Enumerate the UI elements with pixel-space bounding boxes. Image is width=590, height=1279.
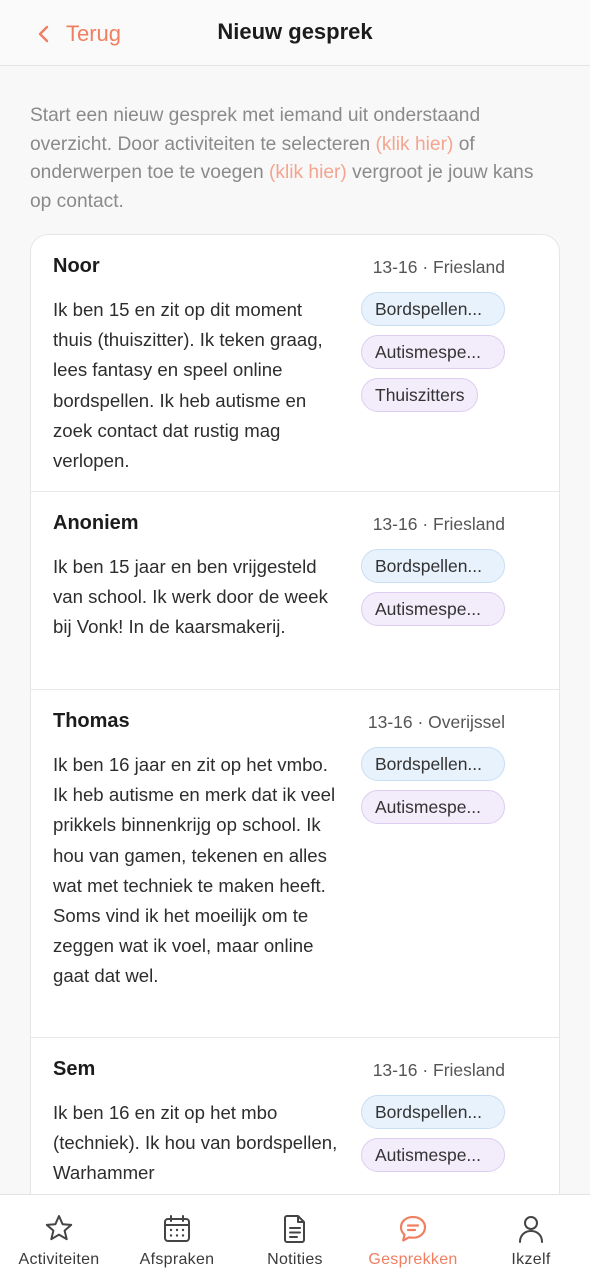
intro-text: Start een nieuw gesprek met iemand uit o… [30,102,560,217]
profile-description: Ik ben 16 jaar en zit op het vmbo. Ik he… [53,754,336,987]
tag-autismespel[interactable]: Autismespe... [361,1138,505,1172]
profile-tags: Bordspellen... Autismespe... Thuiszitter… [361,292,505,421]
profile-meta: 13-16 · Friesland [372,514,505,534]
tab-label: Activiteiten [18,1251,100,1268]
profile-name: Noor [53,255,100,277]
profile-tags: Bordspellen... Autismespe... [361,1095,505,1181]
tab-activiteiten[interactable]: Activiteiten [0,1195,118,1279]
tag-bordspellen[interactable]: Bordspellen... [361,549,505,583]
profile-meta: 13-16 · Friesland [372,257,505,277]
person-icon [519,1216,543,1243]
profile-name: Thomas [53,710,130,732]
tag-bordspellen[interactable]: Bordspellen... [361,292,505,326]
bottom-tab-bar: Activiteiten Afspraken Notities Gesprekk… [0,1194,590,1279]
star-icon [45,1215,73,1241]
tag-bordspellen[interactable]: Bordspellen... [361,747,505,781]
tab-afspraken[interactable]: Afspraken [118,1195,236,1279]
tag-autismespel[interactable]: Autismespe... [361,790,505,824]
calendar-icon [164,1215,190,1242]
tab-gesprekken[interactable]: Gesprekken [354,1195,472,1279]
profile-card[interactable]: Thomas 13-16 · Overijssel Ik ben 16 jaar… [31,690,559,1038]
profile-card[interactable]: Noor 13-16 · Friesland Ik ben 15 en zit … [31,235,559,492]
tab-label: Notities [267,1251,323,1268]
chat-bubble-icon [399,1215,427,1242]
profile-tags: Bordspellen... Autismespe... [361,549,505,635]
profile-meta: 13-16 · Friesland [372,1060,505,1080]
tab-ikzelf[interactable]: Ikzelf [472,1195,590,1279]
tab-label: Afspraken [139,1251,215,1268]
profile-card[interactable]: Anoniem 13-16 · Friesland Ik ben 15 jaar… [31,492,559,690]
tab-notities[interactable]: Notities [236,1195,354,1279]
tag-autismespel[interactable]: Autismespe... [361,592,505,626]
profile-description: Ik ben 15 jaar en ben vrijgesteld van sc… [53,556,328,638]
page-title: Nieuw gesprek [217,19,373,44]
profile-tags: Bordspellen... Autismespe... [361,747,505,833]
tag-bordspellen[interactable]: Bordspellen... [361,1095,505,1129]
profile-name: Sem [53,1058,96,1080]
profile-name: Anoniem [53,512,139,534]
profile-description: Ik ben 15 en zit op dit moment thuis (th… [53,299,323,472]
app-screen: Terug Nieuw gesprek Start een nieuw gesp… [0,0,590,1279]
add-topics-link[interactable]: (klik hier) [269,162,347,183]
profile-meta: 13-16 · Overijssel [367,712,505,732]
tab-label: Gesprekken [368,1251,458,1268]
document-icon [284,1215,305,1243]
top-bar: Terug Nieuw gesprek [0,0,590,66]
profile-description: Ik ben 16 en zit op het mbo (techniek). … [53,1102,338,1184]
tag-autismespel[interactable]: Autismespe... [361,335,505,369]
profile-list: Noor 13-16 · Friesland Ik ben 15 en zit … [30,234,560,1234]
tag-thuiszitters[interactable]: Thuiszitters [361,378,479,412]
select-activities-link[interactable]: (klik hier) [376,134,454,155]
tab-label: Ikzelf [511,1251,551,1268]
